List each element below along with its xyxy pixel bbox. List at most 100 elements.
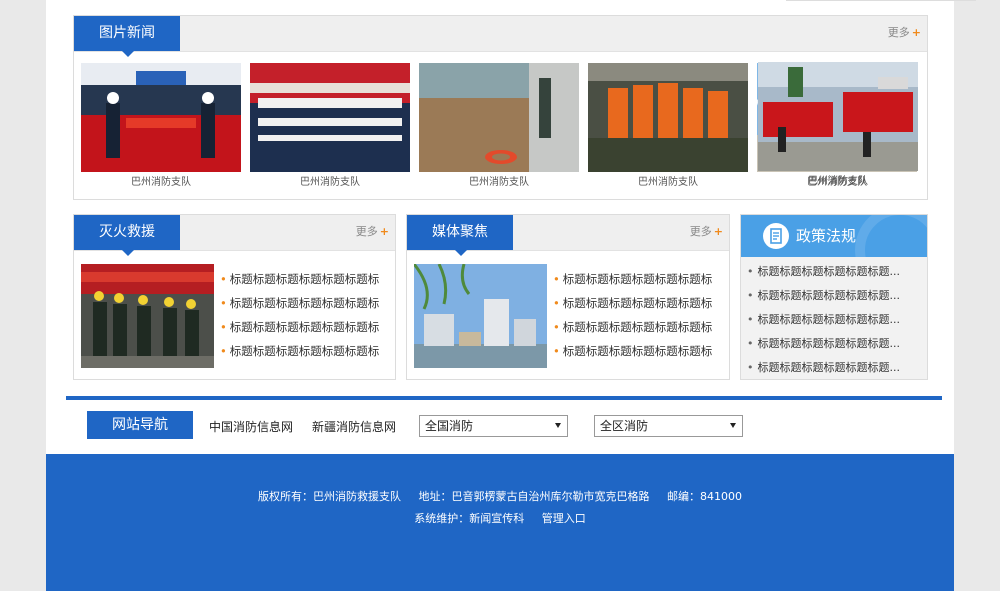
chevron-down-icon xyxy=(730,423,736,428)
rescue-list: • 标题标题标题标题标题标题标 • 标题标题标题标题标题标题标 • 标题标题标题标题标… xyxy=(220,271,379,367)
bullet-icon: • xyxy=(220,296,227,310)
list-item[interactable]: • 标题标题标题标题标题标题... xyxy=(747,289,900,313)
footer-maintain-row: 系统维护：新闻宣传科 管理入口 xyxy=(46,512,954,526)
list-item[interactable]: • 标题标题标题标题标题标题标 xyxy=(220,319,379,343)
chevron-down-icon xyxy=(555,423,561,428)
list-item[interactable]: • 标题标题标题标题标题标题标 xyxy=(553,343,712,367)
list-item-title: 标题标题标题标题标题标题标 xyxy=(229,272,380,286)
photo-item[interactable]: 巴州消防支队 xyxy=(419,63,579,189)
link-xinjiang-fire[interactable]: 新疆消防信息网 xyxy=(312,418,396,435)
photo-caption: 巴州消防支队 xyxy=(469,177,529,188)
maintain-text: 系统维护：新闻宣传科 xyxy=(414,512,525,525)
list-item[interactable]: • 标题标题标题标题标题标题... xyxy=(747,337,900,361)
photo-item[interactable]: 巴州消防支队 xyxy=(250,63,410,189)
bullet-icon: • xyxy=(220,272,227,286)
bullet-icon: • xyxy=(553,344,560,358)
flood-rescue-photo xyxy=(419,63,579,172)
list-item[interactable]: • 标题标题标题标题标题标题... xyxy=(747,361,900,385)
header-decoration xyxy=(855,215,927,257)
list-item-title: 标题标题标题标题标题标题... xyxy=(757,337,901,350)
plus-icon: + xyxy=(911,26,921,39)
document-icon xyxy=(763,223,789,249)
policy-list: • 标题标题标题标题标题标题... • 标题标题标题标题标题标题... • 标题标题标… xyxy=(747,265,900,385)
photo-caption: 巴州消防支队 xyxy=(808,176,868,187)
list-item-title: 标题标题标题标题标题标题标 xyxy=(562,320,713,334)
bullet-icon: • xyxy=(747,361,754,374)
list-item[interactable]: • 标题标题标题标题标题标题标 xyxy=(220,343,379,367)
list-item-title: 标题标题标题标题标题标题标 xyxy=(229,320,380,334)
more-label: 更多 xyxy=(689,225,712,238)
panel-header: 图片新闻 更多 + xyxy=(74,16,927,57)
rescue-photo xyxy=(81,264,214,368)
list-item-title: 标题标题标题标题标题标题... xyxy=(757,265,901,278)
address-text: 地址：巴音郭楞蒙古自治州库尔勒市宽克巴格路 xyxy=(418,490,650,503)
page: 图片新闻 更多 + 巴州消防支队 巴州消防支队 巴州消防支队 巴州消防支队 巴州… xyxy=(46,0,976,591)
photo-item[interactable]: 巴州消防支队 xyxy=(81,63,241,189)
bullet-icon: • xyxy=(220,344,227,358)
copyright-text: 版权所有：巴州消防救援支队 xyxy=(258,490,401,503)
photo-item[interactable]: 巴州消防支队 xyxy=(588,63,748,189)
list-item[interactable]: • 标题标题标题标题标题标题标 xyxy=(553,319,712,343)
plus-icon: + xyxy=(713,225,723,238)
plus-icon: + xyxy=(379,225,389,238)
media-title: 媒体聚焦 xyxy=(407,215,513,256)
bullet-icon: • xyxy=(553,296,560,310)
policy-header: 政策法规 xyxy=(741,215,927,257)
list-item[interactable]: • 标题标题标题标题标题标题标 xyxy=(220,295,379,319)
select-value: 全区消防 xyxy=(600,419,649,433)
list-item-title: 标题标题标题标题标题标题标 xyxy=(562,296,713,310)
national-fire-select[interactable]: 全国消防 xyxy=(419,415,568,437)
policy-panel: 政策法规 • 标题标题标题标题标题标题... • 标题标题标题标题标题标题... •… xyxy=(740,214,928,380)
more-link[interactable]: 更多 + xyxy=(690,225,723,239)
rescue-title: 灭火救援 xyxy=(74,215,180,256)
bullet-icon: • xyxy=(553,272,560,286)
list-item[interactable]: • 标题标题标题标题标题标题标 xyxy=(220,271,379,295)
list-item-title: 标题标题标题标题标题标题标 xyxy=(229,344,380,358)
photo-item[interactable]: 巴州消防支队 xyxy=(758,62,918,188)
list-item-title: 标题标题标题标题标题标题... xyxy=(757,289,901,302)
photo-caption: 巴州消防支队 xyxy=(638,177,698,188)
admin-link[interactable]: 管理入口 xyxy=(542,512,586,525)
more-label: 更多 xyxy=(355,225,378,238)
media-photo xyxy=(414,264,547,368)
list-item[interactable]: • 标题标题标题标题标题标题... xyxy=(747,265,900,289)
ceremony-photo xyxy=(81,63,241,172)
media-thumb[interactable] xyxy=(414,264,547,368)
rescue-panel: 灭火救援 更多 + • 标题标题标题标题标题标题标 • 标题标题标题标题标题标题标 •… xyxy=(73,214,396,380)
top-divider xyxy=(786,0,976,1)
list-item[interactable]: • 标题标题标题标题标题标题... xyxy=(747,313,900,337)
photo-caption: 巴州消防支队 xyxy=(300,177,360,188)
list-item-title: 标题标题标题标题标题标题标 xyxy=(562,344,713,358)
media-panel: 媒体聚焦 更多 + • 标题标题标题标题标题标题标 • 标题标题标题标题标题标题标 •… xyxy=(406,214,730,380)
firefighters-photo xyxy=(588,63,748,172)
site-nav-title: 网站导航 xyxy=(87,411,193,439)
panel-header: 媒体聚焦 更多 + xyxy=(407,215,729,256)
bullet-icon: • xyxy=(747,265,754,278)
media-list: • 标题标题标题标题标题标题标 • 标题标题标题标题标题标题标 • 标题标题标题标题标… xyxy=(553,271,712,367)
select-value: 全国消防 xyxy=(425,419,474,433)
bullet-icon: • xyxy=(220,320,227,334)
rescue-thumb[interactable] xyxy=(81,264,214,368)
formation-photo xyxy=(250,63,410,172)
fire-engines-photo xyxy=(758,62,918,171)
list-item-title: 标题标题标题标题标题标题标 xyxy=(229,296,380,310)
more-link[interactable]: 更多 + xyxy=(888,26,921,40)
more-link[interactable]: 更多 + xyxy=(356,225,389,239)
bullet-icon: • xyxy=(747,289,754,302)
photo-news-title: 图片新闻 xyxy=(74,16,180,57)
more-label: 更多 xyxy=(887,26,910,39)
regional-fire-select[interactable]: 全区消防 xyxy=(594,415,743,437)
nav-divider xyxy=(66,396,942,400)
panel-header: 灭火救援 更多 + xyxy=(74,215,395,256)
list-item-title: 标题标题标题标题标题标题标 xyxy=(562,272,713,286)
bullet-icon: • xyxy=(747,313,754,326)
list-item[interactable]: • 标题标题标题标题标题标题标 xyxy=(553,295,712,319)
list-item-title: 标题标题标题标题标题标题... xyxy=(757,361,901,374)
postcode-text: 邮编：841000 xyxy=(667,490,742,503)
policy-title: 政策法规 xyxy=(796,227,857,245)
link-china-fire[interactable]: 中国消防信息网 xyxy=(209,418,293,435)
list-item[interactable]: • 标题标题标题标题标题标题标 xyxy=(553,271,712,295)
footer-info-row: 版权所有：巴州消防救援支队 地址：巴音郭楞蒙古自治州库尔勒市宽克巴格路 邮编：8… xyxy=(46,490,954,504)
bullet-icon: • xyxy=(553,320,560,334)
footer: 版权所有：巴州消防救援支队 地址：巴音郭楞蒙古自治州库尔勒市宽克巴格路 邮编：8… xyxy=(46,454,954,591)
